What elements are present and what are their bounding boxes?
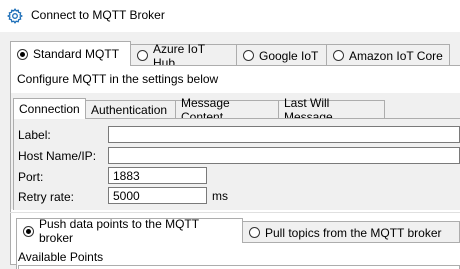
tab-authentication[interactable]: Authentication xyxy=(85,100,176,119)
tab-push-data-points[interactable]: Push data points to the MQTT broker xyxy=(16,217,243,245)
tab-google-iot[interactable]: Google IoT xyxy=(236,44,327,66)
tab-azure-iot-hub[interactable]: Azure IoT Hub xyxy=(130,42,237,70)
gear-icon xyxy=(7,8,23,24)
label-field-label: Label: xyxy=(18,128,51,142)
title-bar: Connect to MQTT Broker xyxy=(0,0,460,32)
retry-input[interactable] xyxy=(108,187,207,204)
available-points-label: Available Points xyxy=(18,250,104,264)
tab-label: Pull topics from the MQTT broker xyxy=(265,225,442,240)
radio-push-data-points[interactable] xyxy=(23,225,34,237)
tab-label: Push data points to the MQTT broker xyxy=(39,217,199,245)
retry-field-label: Retry rate: xyxy=(18,190,75,204)
label-input[interactable] xyxy=(108,126,460,143)
available-points-list[interactable] xyxy=(18,265,460,269)
retry-unit: ms xyxy=(212,189,228,203)
tab-last-will-message[interactable]: Last Will Message xyxy=(278,96,385,124)
tab-label: Standard MQTT xyxy=(33,47,120,61)
instructions-text: Configure MQTT in the settings below xyxy=(17,72,219,86)
radio-standard-mqtt[interactable] xyxy=(17,48,28,60)
radio-pull-topics[interactable] xyxy=(249,227,260,238)
tab-pull-topics[interactable]: Pull topics from the MQTT broker xyxy=(242,221,460,243)
settings-tabs: Connection Authentication Message Conten… xyxy=(13,96,385,124)
radio-amazon-iot-core[interactable] xyxy=(333,50,344,61)
tab-label: Google IoT xyxy=(259,48,319,63)
host-input[interactable] xyxy=(108,147,460,164)
tab-standard-mqtt[interactable]: Standard MQTT xyxy=(10,41,131,66)
tab-amazon-iot-core[interactable]: Amazon IoT Core xyxy=(326,44,450,66)
port-field-label: Port: xyxy=(18,170,44,184)
radio-google-iot[interactable] xyxy=(243,50,254,61)
section-divider xyxy=(10,212,460,213)
tab-label: Amazon IoT Core xyxy=(349,48,443,63)
tab-connection[interactable]: Connection xyxy=(13,98,86,119)
host-field-label: Host Name/IP: xyxy=(18,149,97,163)
port-input[interactable] xyxy=(108,167,207,184)
provider-tabs: Standard MQTT Azure IoT Hub Google IoT A… xyxy=(10,41,450,70)
tab-message-content[interactable]: Message Content xyxy=(175,96,279,124)
window-title: Connect to MQTT Broker xyxy=(31,8,165,22)
radio-azure-iot-hub[interactable] xyxy=(137,50,148,61)
direction-tabs: Push data points to the MQTT broker Pull… xyxy=(16,217,460,245)
